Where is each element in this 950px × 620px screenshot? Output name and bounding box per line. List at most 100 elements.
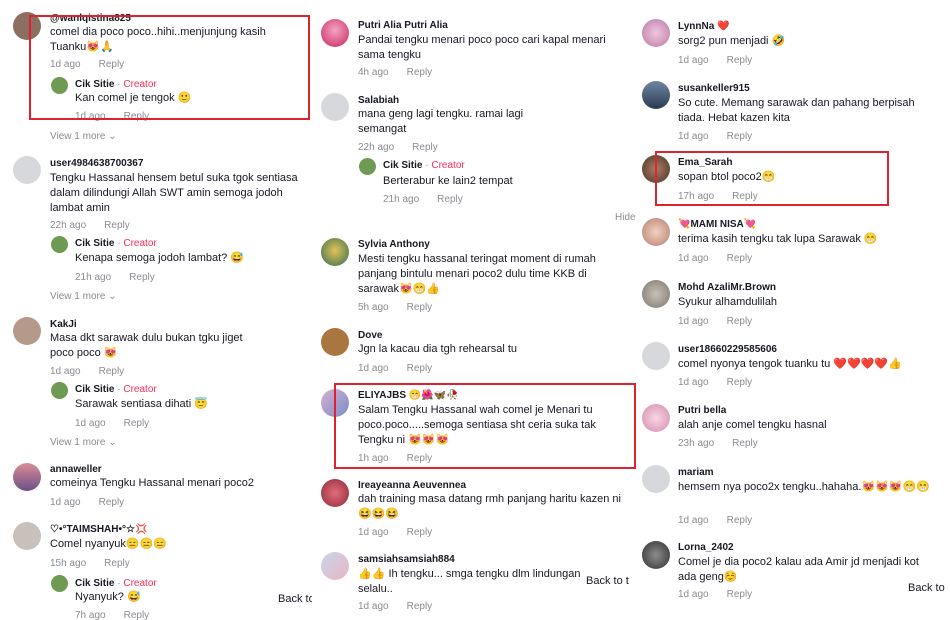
creator-avatar[interactable] — [51, 236, 68, 253]
reply-meta: 21h ago Reply — [383, 194, 463, 205]
comments-column-1: @wanlqistina825 comel dia poco poco..hih… — [0, 0, 312, 620]
avatar[interactable] — [13, 156, 41, 184]
avatar[interactable] — [642, 19, 670, 47]
creator-avatar[interactable] — [51, 382, 68, 399]
reply-username[interactable]: Cik Sitie · Creator — [383, 160, 465, 171]
avatar[interactable] — [321, 479, 349, 507]
avatar[interactable] — [642, 541, 670, 569]
comment-meta: 5h ago Reply — [358, 302, 433, 313]
comment-username[interactable]: LynnNa ❤️ — [678, 21, 730, 32]
comment-text: alah anje comel tengku hasnal — [678, 419, 827, 431]
comment-username[interactable]: susankeller915 — [678, 83, 750, 94]
reply-button[interactable]: Reply — [732, 438, 758, 449]
comment-username[interactable]: user4984638700367 — [50, 158, 143, 169]
comment-username[interactable]: Putri Alia Putri Alia — [358, 20, 448, 31]
reply-button[interactable]: Reply — [104, 220, 130, 231]
reply-text: Sarawak sentiasa dihati 😇 — [75, 398, 208, 410]
avatar[interactable] — [13, 317, 41, 345]
comment-meta: 1d ago Reply — [678, 131, 753, 142]
avatar[interactable] — [321, 328, 349, 356]
back-to-top-button[interactable]: Back to t — [582, 573, 633, 589]
view-more-replies[interactable]: View 1 more ⌄ — [50, 131, 117, 142]
reply-button[interactable]: Reply — [727, 589, 753, 600]
comment-text: Pandai tengku menari poco poco cari kapa… — [358, 34, 606, 61]
creator-badge: Creator — [431, 160, 465, 171]
comment-text: terima kasih tengku tak lupa Sarawak 😁 — [678, 233, 878, 245]
comment-username[interactable]: Dove — [358, 330, 382, 341]
comment-text: Comel nyanyuk😑😑😑 — [50, 538, 167, 550]
reply-button[interactable]: Reply — [437, 194, 463, 205]
comments-column-2: Putri Alia Putri Alia Pandai tengku mena… — [312, 0, 640, 620]
avatar[interactable] — [321, 93, 349, 121]
reply-button[interactable]: Reply — [412, 142, 438, 153]
comment-meta: 23h ago Reply — [678, 438, 758, 449]
avatar[interactable] — [321, 552, 349, 580]
comment-meta: 1d ago Reply — [50, 366, 125, 377]
comment-meta: 1d ago Reply — [50, 497, 125, 508]
reply-button[interactable]: Reply — [407, 363, 433, 374]
comment-meta: 1d ago Reply — [678, 515, 753, 526]
creator-avatar[interactable] — [359, 158, 376, 175]
comment-text: Tengku Hassanal hensem betul suka tgok s… — [50, 172, 298, 214]
view-more-replies[interactable]: View 1 more ⌄ — [50, 437, 117, 448]
comment-username[interactable]: KakJi — [50, 319, 77, 330]
reply-username[interactable]: Cik Sitie · Creator — [75, 578, 157, 589]
comment-username[interactable]: Mohd AzaliMr.Brown — [678, 282, 776, 293]
reply-meta: 1d ago Reply — [75, 418, 150, 429]
comment-username[interactable]: Sylvia Anthony — [358, 239, 430, 250]
reply-button[interactable]: Reply — [727, 55, 753, 66]
avatar[interactable] — [321, 19, 349, 47]
reply-button[interactable]: Reply — [407, 527, 433, 538]
avatar[interactable] — [642, 404, 670, 432]
comment-username[interactable]: 💘MAMI NISA💘 — [678, 219, 756, 230]
back-to-top-button[interactable]: Back to — [272, 591, 312, 607]
reply-button[interactable]: Reply — [124, 418, 150, 429]
reply-button[interactable]: Reply — [407, 601, 433, 612]
avatar[interactable] — [13, 463, 41, 491]
reply-button[interactable]: Reply — [727, 316, 753, 327]
back-to-top-button[interactable]: Back to — [904, 580, 949, 596]
comment-username[interactable]: annaweller — [50, 464, 102, 475]
comment-text: hemsem nya poco2x tengku..hahaha.😻😻😻😁😁 — [678, 481, 930, 493]
avatar[interactable] — [642, 280, 670, 308]
chevron-down-icon: ⌄ — [108, 291, 117, 302]
comment-username[interactable]: Putri bella — [678, 405, 726, 416]
avatar[interactable] — [13, 522, 41, 550]
comment-username[interactable]: ♡•°TAIMSHAH•°☆💢 — [50, 524, 147, 535]
comment-username[interactable]: mariam — [678, 467, 714, 478]
reply-meta: 21h ago Reply — [75, 272, 155, 283]
reply-text: Kenapa semoga jodoh lambat? 😅 — [75, 252, 245, 264]
avatar[interactable] — [642, 465, 670, 493]
comment-text: Comel je dia poco2 kalau ada Amir jd men… — [678, 556, 919, 583]
reply-button[interactable]: Reply — [124, 610, 150, 620]
avatar[interactable] — [642, 342, 670, 370]
creator-avatar[interactable] — [51, 575, 68, 592]
view-more-replies[interactable]: View 1 more ⌄ — [50, 291, 117, 302]
comment-username[interactable]: user18660229585606 — [678, 344, 777, 355]
avatar[interactable] — [642, 218, 670, 246]
hide-replies-partial[interactable]: Hide — [615, 212, 636, 223]
reply-button[interactable]: Reply — [99, 497, 125, 508]
comment-meta: 1d ago Reply — [678, 55, 753, 66]
reply-username[interactable]: Cik Sitie · Creator — [75, 384, 157, 395]
comment-meta: 1d ago Reply — [678, 316, 753, 327]
reply-username[interactable]: Cik Sitie · Creator — [75, 238, 157, 249]
reply-button[interactable]: Reply — [104, 558, 130, 569]
creator-badge: Creator — [123, 238, 157, 249]
avatar[interactable] — [642, 81, 670, 109]
comment-username[interactable]: Ireayeanna Aeuvennea — [358, 480, 466, 491]
chevron-down-icon: ⌄ — [108, 437, 117, 448]
highlight-box — [655, 151, 889, 206]
reply-button[interactable]: Reply — [727, 515, 753, 526]
reply-button[interactable]: Reply — [407, 67, 433, 78]
comment-username[interactable]: samsiahsamsiah884 — [358, 554, 455, 565]
reply-button[interactable]: Reply — [727, 377, 753, 388]
reply-button[interactable]: Reply — [727, 253, 753, 264]
comment-username[interactable]: Salabiah — [358, 95, 399, 106]
avatar[interactable] — [321, 238, 349, 266]
reply-button[interactable]: Reply — [727, 131, 753, 142]
reply-button[interactable]: Reply — [99, 366, 125, 377]
reply-button[interactable]: Reply — [129, 272, 155, 283]
comment-username[interactable]: Lorna_2402 — [678, 542, 734, 553]
reply-button[interactable]: Reply — [407, 302, 433, 313]
